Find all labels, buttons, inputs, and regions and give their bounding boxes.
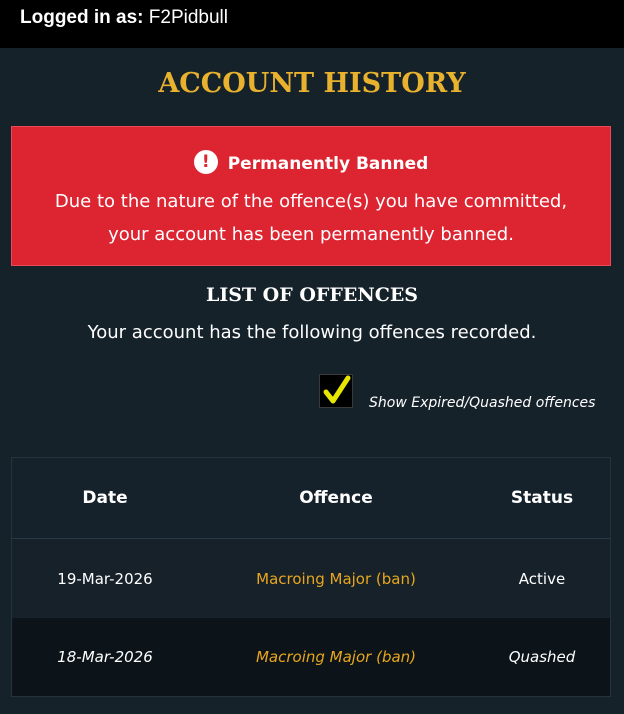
offence-status: Quashed [508,648,576,666]
show-expired-checkbox[interactable] [319,374,353,408]
offences-table: Date Offence Status 19-Mar-2026 Macroing… [11,457,611,697]
offences-section-title: LIST OF OFFENCES [205,284,419,306]
banner-line-1: Due to the nature of the offence(s) you … [54,191,568,212]
offence-status: Active [518,569,566,588]
offence-link[interactable]: Macroing Major (ban) [198,539,474,618]
banner-heading: Permanently Banned [227,154,429,174]
banner-line-2: your account has been permanently banned… [108,224,514,245]
table-row: 18-Mar-2026 Macroing Major (ban) Quashed [12,618,610,696]
ban-alert-banner: ! Permanently Banned Due to the nature of… [11,126,611,266]
column-header-date[interactable]: Date [12,458,198,538]
checkmark-icon [323,375,351,404]
login-status: Logged in as: F2Pidbull [20,7,228,29]
offence-link[interactable]: Macroing Major (ban) [198,618,474,696]
column-header-offence[interactable]: Offence [198,458,474,538]
alert-circle-icon: ! [193,150,218,174]
offences-intro-text: Your account has the following offences … [87,322,537,343]
login-label: Logged in as: [20,7,144,28]
show-expired-label[interactable]: Show Expired/Quashed offences [369,395,595,411]
offence-date: 18-Mar-2026 [57,648,153,666]
page-title: ACCOUNT HISTORY [158,68,466,99]
table-row: 19-Mar-2026 Macroing Major (ban) Active [12,539,610,619]
username: F2Pidbull [148,7,228,28]
column-header-status[interactable]: Status [474,458,610,538]
table-header-row: Date Offence Status [12,458,610,539]
banner-heading-row: ! Permanently Banned [12,150,610,176]
top-bar: Logged in as: F2Pidbull [0,0,624,48]
banner-message: Due to the nature of the offence(s) you … [12,185,610,251]
offence-date: 19-Mar-2026 [57,569,153,588]
